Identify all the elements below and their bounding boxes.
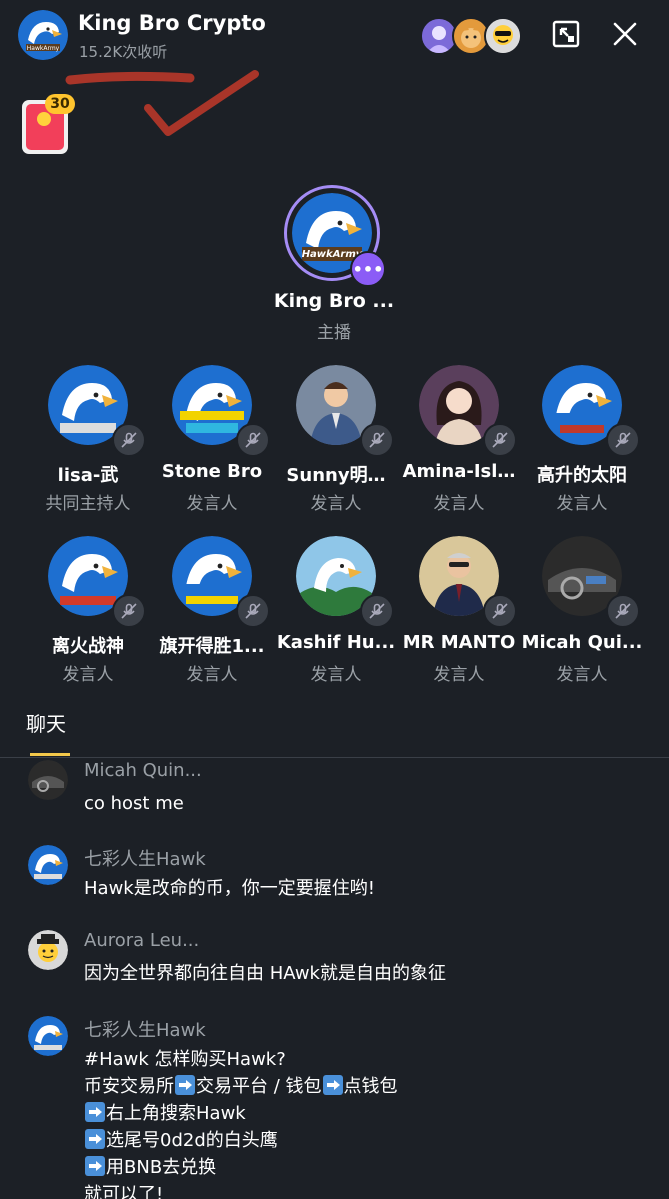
speaker-tile[interactable]: MR MANTO 发言人 xyxy=(395,536,525,686)
speaker-tile[interactable]: 离火战神 发言人 xyxy=(24,536,154,686)
mic-muted-icon xyxy=(112,594,146,628)
more-options-button[interactable]: ••• xyxy=(350,251,386,287)
speaker-tile[interactable]: 高升的太阳 发言人 xyxy=(518,365,648,515)
chat-line-segment: 选尾号0d2d的白头鹰 xyxy=(106,1130,278,1151)
chat-line-segment: 用BNB去兑换 xyxy=(106,1157,217,1178)
mic-muted-icon xyxy=(360,423,394,457)
speaker-tile[interactable]: Sunny明… 发言人 xyxy=(272,365,402,515)
mic-muted-icon xyxy=(236,594,270,628)
right-arrow-icon xyxy=(322,1075,343,1095)
speaker-role: 发言人 xyxy=(433,494,485,514)
speaker-tile[interactable]: Kashif Hu... 发言人 xyxy=(272,536,402,686)
chat-text: co host me xyxy=(84,793,184,814)
chat-line: 选尾号0d2d的白头鹰 xyxy=(84,1127,398,1154)
host-role: 主播 xyxy=(317,323,351,343)
listener-avatar xyxy=(484,17,522,55)
room-title: King Bro Crypto xyxy=(78,11,266,35)
speaker-tile[interactable]: Micah Qui... 发言人 xyxy=(518,536,648,686)
chat-line: 币安交易所 交易平台 / 钱包 点钱包 xyxy=(84,1073,398,1100)
chat-avatar[interactable] xyxy=(28,760,68,800)
chat-line: #Hawk 怎样购买Hawk? xyxy=(84,1049,286,1070)
red-packet-count-badge: 30 xyxy=(45,94,75,114)
speaker-role: 发言人 xyxy=(310,494,362,514)
chat-text: 因为全世界都向往自由 HAwk就是自由的象征 xyxy=(84,963,446,984)
host-avatar-small[interactable]: HawkArmy xyxy=(18,10,68,60)
mic-muted-icon xyxy=(112,423,146,457)
chat-line: 用BNB去兑换 xyxy=(84,1154,398,1181)
chat-avatar[interactable] xyxy=(28,845,68,885)
speaker-role: 共同主持人 xyxy=(45,494,131,514)
chat-line-segment: 点钱包 xyxy=(343,1076,398,1097)
mic-muted-icon xyxy=(236,423,270,457)
chat-username[interactable]: Micah Quin... xyxy=(84,760,202,781)
speaker-name: Stone Bro xyxy=(161,461,263,482)
chat-message: 七彩人生Hawk #Hawk 怎样购买Hawk? 币安交易所 交易平台 / 钱包点… xyxy=(0,1016,669,1199)
chat-line-segment: 右上角搜索Hawk xyxy=(106,1103,246,1124)
chat-avatar[interactable] xyxy=(28,930,68,970)
divider xyxy=(0,757,669,758)
chat-line-segment: 交易平台 / 钱包 xyxy=(196,1076,322,1097)
speaker-tile[interactable]: 旗开得胜1... 发言人 xyxy=(148,536,278,686)
host-name: King Bro ... xyxy=(273,290,395,312)
right-arrow-icon xyxy=(175,1075,195,1095)
speaker-role: 发言人 xyxy=(310,665,362,685)
speaker-name: MR MANTO xyxy=(402,632,516,653)
close-button[interactable] xyxy=(605,16,645,56)
mic-muted-icon xyxy=(360,594,394,628)
speaker-tile[interactable]: lisa-武 共同主持人 xyxy=(24,365,154,515)
speaker-name: Micah Qui... xyxy=(521,632,643,653)
right-arrow-icon xyxy=(85,1156,105,1176)
mic-muted-icon xyxy=(483,594,517,628)
close-icon xyxy=(612,21,638,51)
speaker-role: 发言人 xyxy=(186,665,238,685)
chat-line-segment: 币安交易所 xyxy=(84,1076,174,1097)
chat-username[interactable]: 七彩人生Hawk xyxy=(84,845,206,871)
speaker-name: lisa-武 xyxy=(57,465,119,486)
chat-message: Micah Quin... co host me xyxy=(0,760,669,830)
speaker-name: Kashif Hu... xyxy=(276,632,396,653)
active-tab-indicator xyxy=(30,753,70,756)
chat-line: 就可以了! xyxy=(84,1184,164,1199)
chat-text: Hawk是改命的币，你一定要握住哟! xyxy=(84,878,375,899)
speaker-role: 发言人 xyxy=(556,665,608,685)
speaker-role: 发言人 xyxy=(62,665,114,685)
speaker-name: 旗开得胜1... xyxy=(159,636,265,657)
speaker-name: Sunny明… xyxy=(286,465,386,486)
chat-message: Aurora Leu... 因为全世界都向往自由 HAwk就是自由的象征 xyxy=(0,930,669,1000)
listener-avatars[interactable] xyxy=(420,17,522,55)
chat-username[interactable]: Aurora Leu... xyxy=(84,930,199,951)
ellipsis-icon: ••• xyxy=(352,259,384,279)
speaker-tile[interactable]: Amina-Isl… 发言人 xyxy=(395,365,525,515)
speaker-name: 离火战神 xyxy=(52,636,124,657)
listen-count: 15.2K次收听 xyxy=(79,43,168,61)
speaker-name: 高升的太阳 xyxy=(537,465,627,486)
speaker-role: 发言人 xyxy=(556,494,608,514)
speaker-role: 发言人 xyxy=(433,665,485,685)
mic-muted-icon xyxy=(606,423,640,457)
tab-chat[interactable]: 聊天 xyxy=(26,708,66,737)
speaker-name: Amina-Isl… xyxy=(402,461,516,482)
mic-muted-icon xyxy=(483,423,517,457)
chat-text: #Hawk 怎样购买Hawk? 币安交易所 交易平台 / 钱包 点钱包 右上角搜索H… xyxy=(84,1046,398,1199)
minimize-window-icon xyxy=(551,19,581,53)
host-avatar[interactable]: HawkArmy ••• xyxy=(284,185,386,287)
chat-message: 七彩人生Hawk Hawk是改命的币，你一定要握住哟! xyxy=(0,845,669,915)
speaker-tile[interactable]: Stone Bro 发言人 xyxy=(148,365,278,515)
mic-muted-icon xyxy=(606,594,640,628)
right-arrow-icon xyxy=(85,1102,105,1122)
chat-username[interactable]: 七彩人生Hawk xyxy=(84,1016,206,1042)
red-scribble-mark xyxy=(65,70,259,136)
speaker-role: 发言人 xyxy=(186,494,238,514)
live-audio-room: HawkArmy King Bro Crypto 15.2K次收听 30 Haw… xyxy=(0,0,669,1199)
chat-avatar[interactable] xyxy=(28,1016,68,1056)
right-arrow-icon xyxy=(85,1129,105,1149)
red-packet-button[interactable]: 30 xyxy=(22,94,75,154)
svg-text:HawkArmy: HawkArmy xyxy=(27,45,60,52)
minimize-button[interactable] xyxy=(546,16,586,56)
chat-line: 右上角搜索Hawk xyxy=(84,1100,398,1127)
